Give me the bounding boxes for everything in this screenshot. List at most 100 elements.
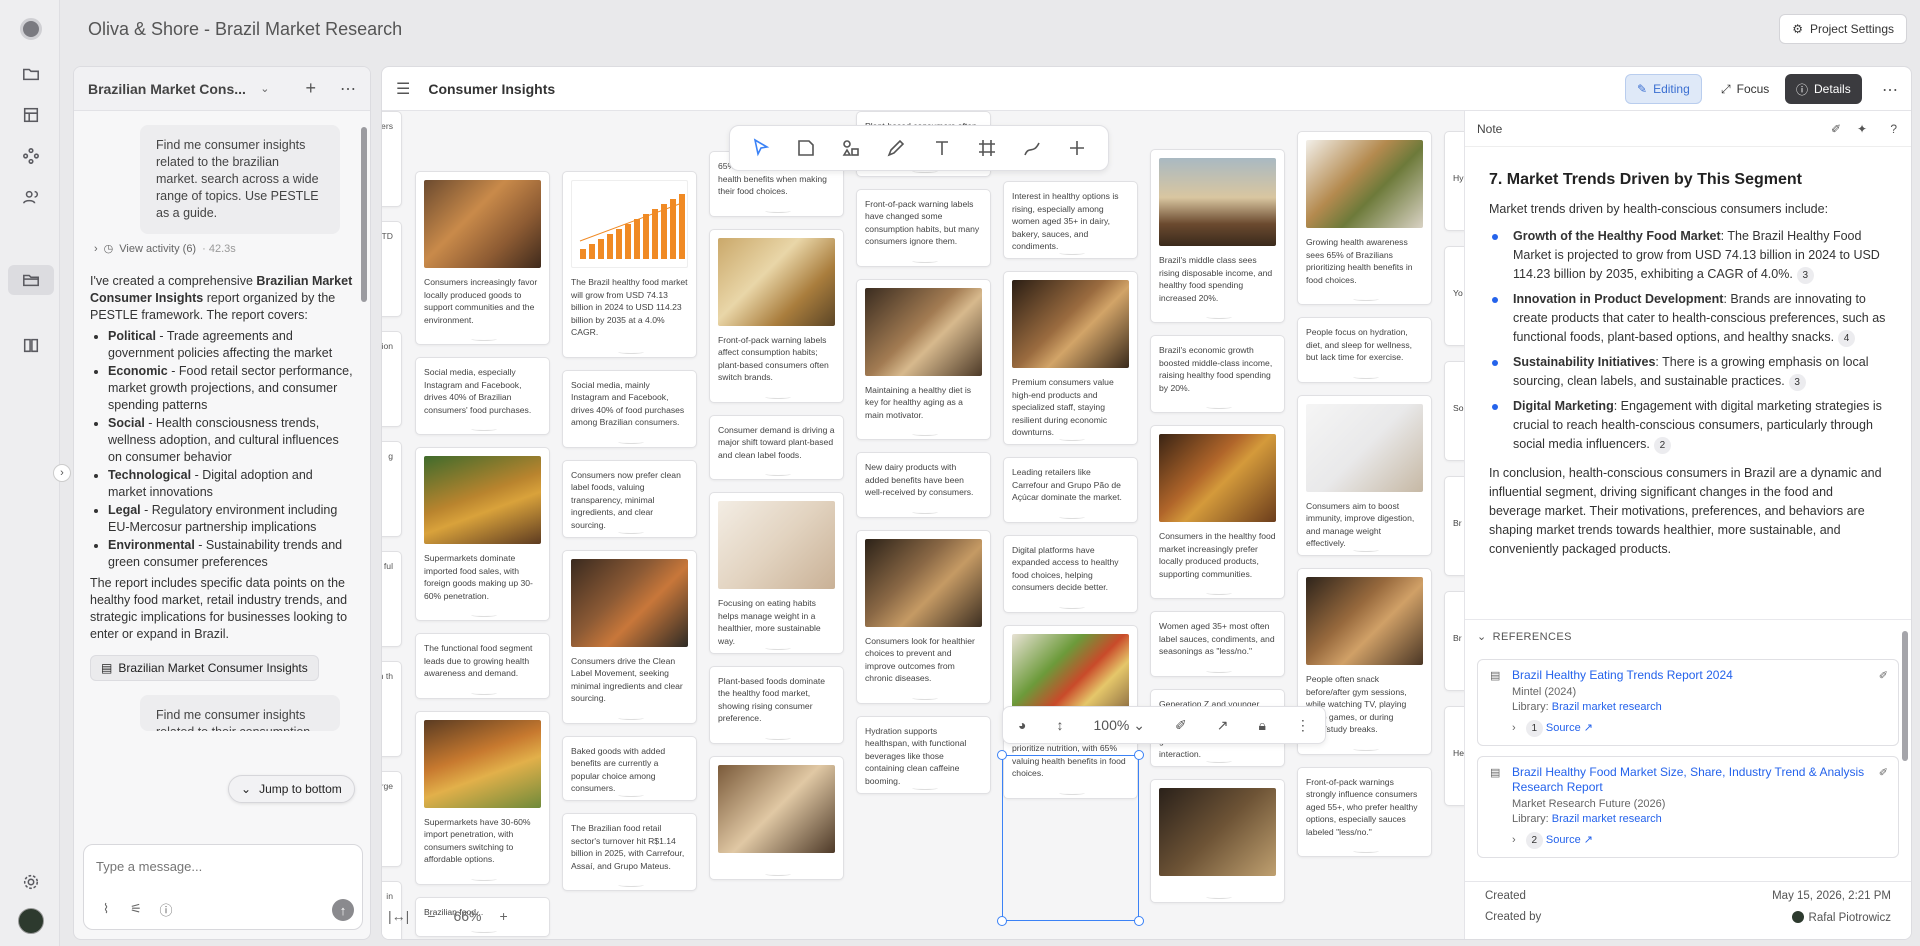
user-avatar[interactable] [18, 908, 44, 934]
insight-card[interactable] [709, 755, 844, 880]
insight-card[interactable]: People focus on hydration, diet, and sle… [1297, 317, 1432, 383]
jump-to-bottom-button[interactable]: ⌄ Jump to bottom [228, 775, 355, 803]
users-icon[interactable] [18, 184, 44, 210]
partial-card[interactable]: TD [382, 221, 402, 317]
insight-card[interactable]: New dairy products with added benefits h… [856, 452, 991, 518]
zoom-in-button[interactable]: + [500, 908, 508, 924]
citation-badge[interactable]: 4 [1838, 330, 1856, 347]
citation-badge[interactable]: 3 [1788, 374, 1806, 391]
details-scrollbar[interactable] [1902, 631, 1908, 761]
library-link[interactable]: Brazil market research [1552, 701, 1662, 713]
insight-card[interactable]: Consumers increasingly favor locally pro… [415, 171, 550, 345]
source-link[interactable]: Source [1546, 722, 1581, 734]
partial-card[interactable]: Hy he [1444, 131, 1464, 231]
connector-icon[interactable] [1017, 133, 1047, 163]
reference-title[interactable]: Brazil Healthy Eating Trends Report 2024 [1512, 668, 1888, 683]
citation-badge[interactable]: 2 [1653, 437, 1671, 454]
highlighter-icon[interactable]: ✐ [1175, 717, 1187, 734]
more-options-icon[interactable]: ⋯ [340, 79, 356, 99]
help-icon[interactable]: ⓘ [156, 899, 176, 919]
highlighter-icon[interactable]: ✐ [1831, 122, 1841, 136]
settings-gear-icon[interactable] [18, 869, 44, 895]
insight-card[interactable]: Maintaining a healthy diet is key for he… [856, 278, 991, 440]
highlighter-icon[interactable]: ✐ [1879, 766, 1888, 781]
insight-card[interactable]: Women aged 35+ most often label sauces, … [1150, 611, 1285, 677]
insight-card[interactable] [1150, 778, 1285, 903]
reference-title[interactable]: Brazil Healthy Food Market Size, Share, … [1512, 765, 1888, 795]
library-link[interactable]: Brazil market research [1552, 813, 1662, 825]
partial-card[interactable]: So hi 40 [1444, 361, 1464, 461]
insight-card[interactable]: Consumers aim to boost immunity, improve… [1297, 394, 1432, 556]
insight-card[interactable]: Growing health awareness sees 65% of Bra… [1297, 131, 1432, 305]
insight-card[interactable]: Premium consumers value high-end product… [1003, 271, 1138, 445]
workspace-logo-icon[interactable] [18, 16, 44, 42]
more-vertical-icon[interactable]: ⋮ [1296, 717, 1310, 734]
highlighter-icon[interactable]: ✐ [1879, 669, 1888, 684]
zoom-select[interactable]: 100% ⌄ [1094, 717, 1145, 734]
references-toggle[interactable]: ⌄ REFERENCES [1465, 619, 1911, 653]
send-button[interactable]: ↑ [332, 899, 354, 921]
sparkle-icon[interactable]: ✦ [1857, 122, 1867, 136]
select-cursor-icon[interactable] [746, 133, 776, 163]
resize-handle[interactable] [997, 750, 1007, 760]
insight-card[interactable]: Front-of-pack warnings strongly influenc… [1297, 766, 1432, 857]
chevron-right-icon[interactable]: › [1512, 834, 1516, 846]
insight-card[interactable]: Brazil's middle class sees rising dispos… [1150, 149, 1285, 323]
partial-card[interactable]: He [1444, 706, 1464, 806]
insight-card[interactable]: Interest in healthy options is rising, e… [1003, 181, 1138, 259]
message-input[interactable] [96, 859, 346, 874]
insight-card[interactable]: Supermarkets dominate imported food sale… [415, 447, 550, 621]
citation-badge[interactable]: 3 [1796, 267, 1814, 284]
document-chip[interactable]: ▤ Brazilian Market Consumer Insights [90, 655, 319, 681]
insight-card[interactable]: Leading retailers like Carrefour and Gru… [1003, 457, 1138, 523]
chevron-down-icon[interactable]: ⌄ [260, 82, 269, 95]
partial-card[interactable]: Yo is [1444, 246, 1464, 346]
partial-card[interactable]: Br [1444, 476, 1464, 576]
new-chat-button[interactable]: + [305, 78, 316, 99]
chevron-right-icon[interactable]: › [1512, 722, 1516, 734]
insight-card[interactable]: Focusing on eating habits helps manage w… [709, 492, 844, 654]
text-icon[interactable] [927, 133, 957, 163]
project-settings-button[interactable]: ⚙ Project Settings [1779, 14, 1907, 44]
help-icon[interactable]: ? [1890, 122, 1897, 136]
insight-card[interactable]: Brazil's economic growth boosted middle-… [1150, 335, 1285, 413]
height-icon[interactable]: ↕ [1056, 717, 1063, 733]
partial-card[interactable]: ealth th [382, 661, 402, 757]
more-options-icon[interactable]: ⋯ [1882, 80, 1898, 100]
resize-handle[interactable] [1134, 916, 1144, 926]
lock-icon[interactable]: 🔒︎ [1258, 717, 1265, 734]
pen-icon[interactable] [881, 133, 911, 163]
insight-card[interactable]: Baked goods with added benefits are curr… [562, 735, 697, 801]
menu-icon[interactable]: ☰ [396, 79, 410, 99]
resize-handle[interactable] [997, 916, 1007, 926]
projects-icon[interactable] [8, 265, 54, 295]
chat-title[interactable]: Brazilian Market Cons... [88, 81, 256, 97]
insight-card[interactable]: Social media, especially Instagram and F… [415, 357, 550, 435]
insight-card[interactable]: Digital platforms have expanded access t… [1003, 534, 1138, 613]
plus-icon[interactable] [1062, 133, 1092, 163]
insight-card[interactable]: The Brazil healthy food market will grow… [562, 171, 697, 358]
insight-card[interactable]: Consumers in the healthy food market inc… [1150, 425, 1285, 599]
note-icon[interactable] [791, 133, 821, 163]
insight-card[interactable]: Supermarkets have 30-60% import penetrat… [415, 710, 550, 885]
insight-card[interactable]: Consumers drive the Clean Label Movement… [562, 549, 697, 724]
expand-panel-button[interactable]: › [53, 464, 71, 482]
partial-card[interactable]: bal ful [382, 551, 402, 647]
insight-card[interactable]: Social media, mainly Instagram and Faceb… [562, 369, 697, 448]
zoom-out-button[interactable]: − [427, 908, 435, 924]
fit-width-icon[interactable]: |↔| [388, 908, 409, 924]
resize-handle[interactable] [1134, 750, 1144, 760]
details-button[interactable]: ⓘ Details [1785, 74, 1862, 104]
focus-button[interactable]: ⤢ Focus [1710, 74, 1780, 104]
connector-icon[interactable]: ↗ [1217, 717, 1229, 734]
insight-card[interactable]: The Brazilian food retail sector's turno… [562, 813, 697, 891]
editing-button[interactable]: ✎ Editing [1625, 74, 1702, 104]
frame-icon[interactable] [972, 133, 1002, 163]
sliders-icon[interactable]: ⚟ [126, 899, 146, 919]
view-activity-toggle[interactable]: › ◷ View activity (6) · 42.3s [94, 242, 354, 256]
insight-card[interactable]: Consumer demand is driving a major shift… [709, 414, 844, 480]
book-icon[interactable] [18, 332, 44, 358]
reference-card[interactable]: ▤ ✐ Brazil Healthy Eating Trends Report … [1477, 659, 1899, 746]
partial-card[interactable]: ers [382, 111, 402, 207]
graph-icon[interactable] [18, 143, 44, 169]
